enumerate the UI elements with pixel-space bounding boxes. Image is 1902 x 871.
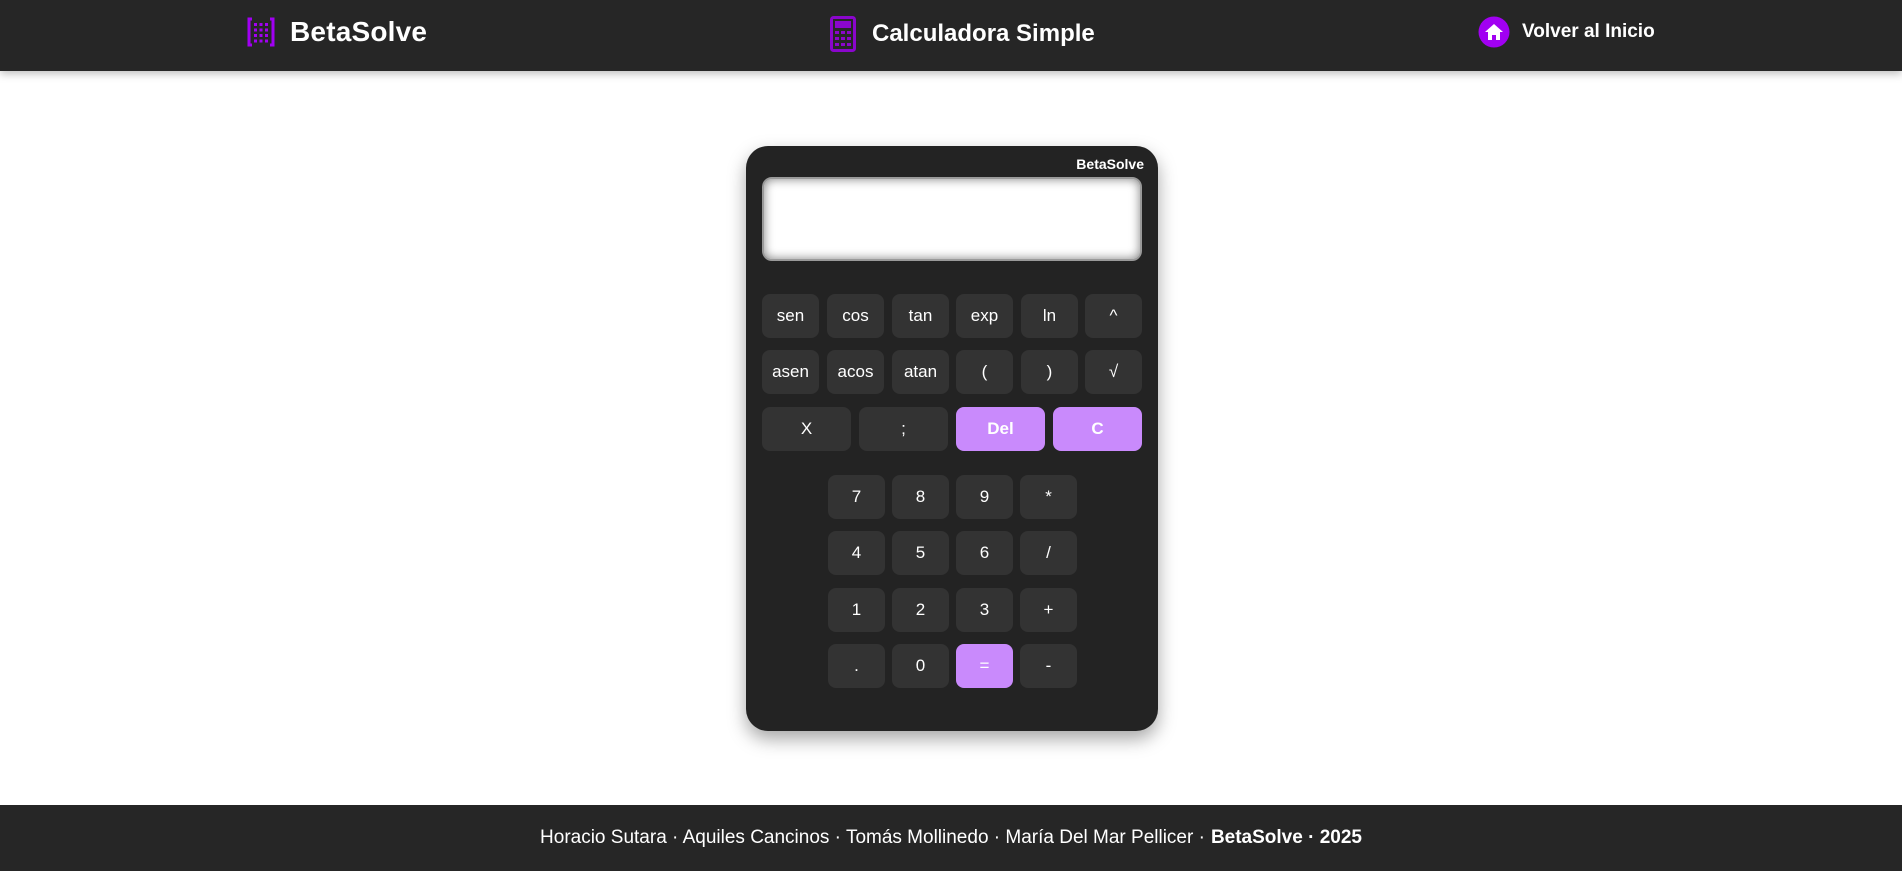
calculator-brand: BetaSolve <box>1076 156 1144 172</box>
key-1[interactable]: 1 <box>828 588 885 632</box>
home-link[interactable]: Volver al Inicio <box>1478 16 1655 48</box>
brand-name: BetaSolve <box>290 16 427 48</box>
key-tan[interactable]: tan <box>892 294 949 338</box>
calculator: BetaSolve sen cos tan exp ln ^ asen acos… <box>746 146 1158 731</box>
page-title: Calculadora Simple <box>830 16 1095 52</box>
footer-authors: Horacio Sutara · Aquiles Cancinos · Tomá… <box>540 827 1205 849</box>
key-acos[interactable]: acos <box>827 350 884 394</box>
key-cos[interactable]: cos <box>827 294 884 338</box>
key-minus[interactable]: - <box>1020 644 1077 688</box>
key-9[interactable]: 9 <box>956 475 1013 519</box>
page-title-text: Calculadora Simple <box>872 20 1095 48</box>
calculator-dots-icon <box>246 16 276 48</box>
key-sqrt[interactable]: √ <box>1085 350 1142 394</box>
key-atan[interactable]: atan <box>892 350 949 394</box>
key-3[interactable]: 3 <box>956 588 1013 632</box>
key-6[interactable]: 6 <box>956 531 1013 575</box>
footer-brand-year: BetaSolve · 2025 <box>1211 827 1362 849</box>
key-close-paren[interactable]: ) <box>1021 350 1078 394</box>
home-link-label: Volver al Inicio <box>1522 21 1655 43</box>
key-asen[interactable]: asen <box>762 350 819 394</box>
key-ln[interactable]: ln <box>1021 294 1078 338</box>
key-2[interactable]: 2 <box>892 588 949 632</box>
key-4[interactable]: 4 <box>828 531 885 575</box>
key-open-paren[interactable]: ( <box>956 350 1013 394</box>
key-power[interactable]: ^ <box>1085 294 1142 338</box>
top-navbar: BetaSolve Calculadora Simple Volver al I… <box>0 0 1902 71</box>
key-0[interactable]: 0 <box>892 644 949 688</box>
key-semicolon[interactable]: ; <box>859 407 948 451</box>
equals-button[interactable]: = <box>956 644 1013 688</box>
calculator-display[interactable] <box>762 177 1142 261</box>
delete-button[interactable]: Del <box>956 407 1045 451</box>
home-icon <box>1478 16 1510 48</box>
key-multiply[interactable]: * <box>1020 475 1077 519</box>
key-decimal[interactable]: . <box>828 644 885 688</box>
key-plus[interactable]: + <box>1020 588 1077 632</box>
key-7[interactable]: 7 <box>828 475 885 519</box>
key-5[interactable]: 5 <box>892 531 949 575</box>
key-exp[interactable]: exp <box>956 294 1013 338</box>
clear-button[interactable]: C <box>1053 407 1142 451</box>
key-x-variable[interactable]: X <box>762 407 851 451</box>
key-sen[interactable]: sen <box>762 294 819 338</box>
brand[interactable]: BetaSolve <box>246 16 427 48</box>
key-8[interactable]: 8 <box>892 475 949 519</box>
key-divide[interactable]: / <box>1020 531 1077 575</box>
calculator-icon <box>830 16 856 52</box>
footer: Horacio Sutara · Aquiles Cancinos · Tomá… <box>0 805 1902 871</box>
